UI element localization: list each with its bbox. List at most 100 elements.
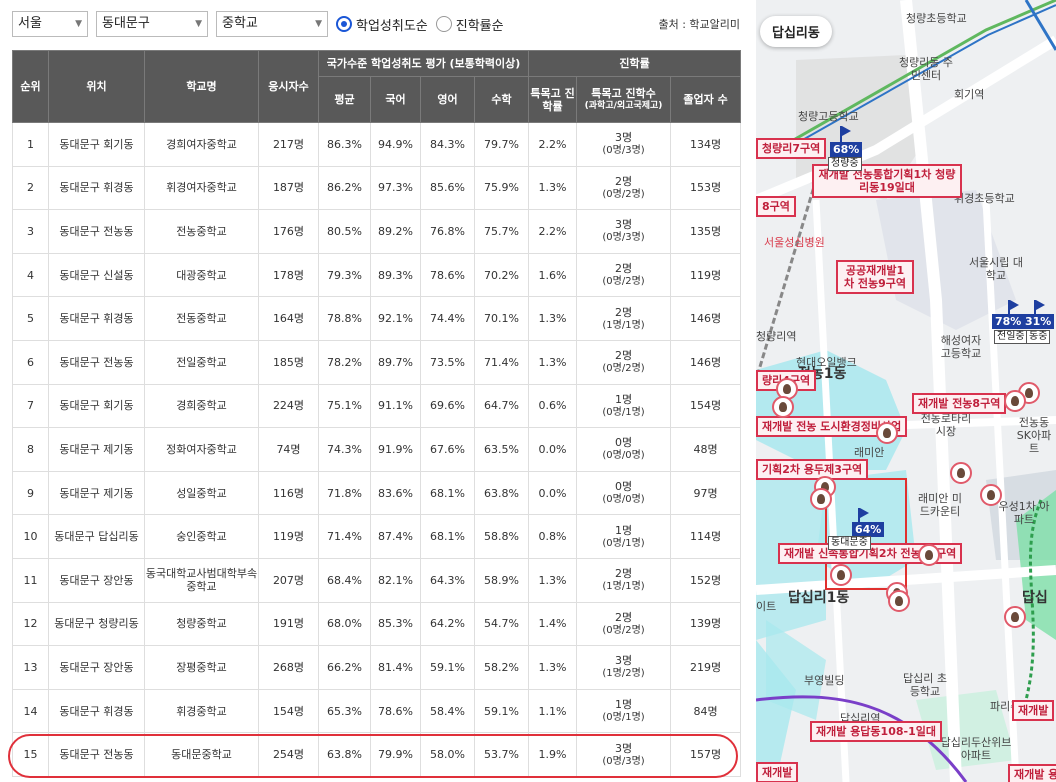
map-label-dapsimni-apt: 답십리두산위브 아파트: [940, 736, 1012, 762]
agent-pin-icon[interactable]: [810, 488, 832, 510]
cell-rank: 8: [12, 427, 49, 472]
cell-school: 성일중학교: [144, 470, 259, 516]
cell-special-count: 2명 (1명/1명): [576, 557, 672, 603]
table-row[interactable]: 5 동대문구 휘경동 전동중학교 164명 78.8% 92.1% 74.4% 70.1% 1.…: [12, 296, 742, 341]
agent-pin-icon[interactable]: [1004, 390, 1026, 412]
cell-examinees: 217명: [258, 122, 319, 167]
cell-korean: 97.3%: [370, 165, 421, 211]
map-label-jeonnong-rotary: 전농로타리 시장: [920, 412, 972, 438]
cell-special-rate: 2.2%: [528, 122, 578, 167]
school-flag-pct[interactable]: 31%: [1022, 314, 1055, 329]
table-row[interactable]: 9 동대문구 제기동 성일중학교 116명 71.8% 83.6% 68.1% 63.8% 0.…: [12, 470, 742, 516]
table-row[interactable]: 2 동대문구 휘경동 휘경여자중학교 187명 86.2% 97.3% 85.6% 75.9%…: [12, 165, 742, 211]
table-row[interactable]: 11 동대문구 장안동 동국대학교사범대학부속중학교 207명 68.4% 82.1% 64…: [12, 557, 742, 603]
filter-bar: 서울 ▼ 동대문구 ▼ 중학교 ▼ 학업성취도순 진학률순: [12, 10, 512, 38]
cell-english: 64.3%: [420, 557, 475, 603]
cell-math: 54.7%: [473, 601, 530, 647]
cell-math: 58.8%: [473, 514, 530, 559]
zone-tag[interactable]: 재개발 용두: [1008, 764, 1056, 782]
cell-special-rate: 1.3%: [528, 339, 578, 385]
school-flag-pct[interactable]: 78%: [992, 314, 1025, 329]
table-row[interactable]: 1 동대문구 회기동 경희여자중학교 217명 86.3% 94.9% 84.3% 79.7%…: [12, 122, 742, 167]
zone-tag[interactable]: 기획2차 용두제3구역: [756, 459, 869, 480]
cell-english: 67.6%: [420, 427, 475, 472]
cell-location: 동대문구 제기동: [48, 470, 145, 516]
zone-tag[interactable]: 재개발 전농8구역: [912, 393, 1007, 414]
zone-tag[interactable]: 청량리7구역: [756, 138, 827, 159]
table-row[interactable]: 10 동대문구 답십리동 숭인중학교 119명 71.4% 87.4% 68.1% 58.8%…: [12, 514, 742, 559]
cell-location: 동대문구 제기동: [48, 427, 145, 472]
special-count-total: 2명: [614, 610, 633, 624]
special-count-detail: (0명/1명): [602, 537, 645, 549]
ranking-panel: 서울 ▼ 동대문구 ▼ 중학교 ▼ 학업성취도순 진학률순 출처 : 학교알리미: [0, 0, 752, 782]
col-special-count-header: 특목고 진학수 (과학고/외고국제고): [576, 76, 672, 123]
school-flag-pct[interactable]: 68%: [830, 142, 863, 157]
table-row[interactable]: 8 동대문구 제기동 정화여자중학교 74명 74.3% 91.9% 67.6% 63.5% 0…: [12, 427, 742, 472]
cell-special-rate: 1.3%: [528, 165, 578, 211]
special-count-total: 2명: [614, 349, 633, 363]
table-row[interactable]: 3 동대문구 전농동 전농중학교 176명 80.5% 89.2% 76.8% 75.7% 2.…: [12, 209, 742, 254]
col-location-header: 위치: [48, 50, 145, 123]
cell-special-count: 2명 (0명/2명): [576, 339, 672, 385]
cell-special-count: 2명 (1명/1명): [576, 296, 672, 341]
cell-graduates: 219명: [670, 645, 742, 690]
agent-pin-icon[interactable]: [1004, 606, 1026, 628]
zone-tag[interactable]: 공공재개발1차 전농9구역: [836, 260, 914, 294]
cell-special-rate: 0.0%: [528, 470, 578, 516]
special-count-detail: (0명/2명): [602, 276, 645, 288]
cell-avg: 78.2%: [318, 339, 371, 385]
region-select[interactable]: 서울 ▼: [12, 11, 88, 37]
region-select-value: 서울: [18, 16, 42, 31]
cell-math: 63.8%: [473, 470, 530, 516]
cell-avg: 68.0%: [318, 601, 371, 647]
table-row[interactable]: 6 동대문구 전농동 전일중학교 185명 78.2% 89.7% 73.5% 71.4% 1.…: [12, 339, 742, 385]
cell-korean: 82.1%: [370, 557, 421, 603]
zone-tag[interactable]: 8구역: [756, 196, 796, 217]
cell-examinees: 178명: [258, 252, 319, 298]
cell-examinees: 154명: [258, 688, 319, 734]
agent-pin-icon[interactable]: [830, 564, 852, 586]
level-select[interactable]: 중학교 ▼: [216, 11, 328, 37]
map-panel[interactable]: 답십리동 청량초등학교 청량리동 주민센터 회기역 청량고등학교 휘경초등학교 …: [756, 0, 1056, 782]
cell-special-count: 3명 (1명/2명): [576, 645, 672, 690]
cell-math: 70.2%: [473, 252, 530, 298]
agent-pin-icon[interactable]: [888, 590, 910, 612]
cell-english: 68.1%: [420, 514, 475, 559]
cell-english: 69.6%: [420, 383, 475, 429]
agent-pin-icon[interactable]: [876, 422, 898, 444]
table-row[interactable]: 12 동대문구 청량리동 청량중학교 191명 68.0% 85.3% 64.2% 54.7%…: [12, 601, 742, 647]
school-flag-pct[interactable]: 64%: [852, 522, 885, 537]
cell-avg: 71.8%: [318, 470, 371, 516]
special-count-detail: (1명/2명): [602, 668, 645, 680]
agent-pin-icon[interactable]: [950, 462, 972, 484]
table-row[interactable]: 7 동대문구 회기동 경희중학교 224명 75.1% 91.1% 69.6% 64.7% 0.…: [12, 383, 742, 429]
cell-location: 동대문구 신설동: [48, 252, 145, 298]
zone-tag[interactable]: 재개발: [1012, 700, 1055, 721]
cell-math: 64.7%: [473, 383, 530, 429]
area-chip[interactable]: 답십리동: [760, 16, 832, 47]
cell-examinees: 185명: [258, 339, 319, 385]
cell-rank: 10: [12, 514, 49, 559]
cell-school: 전동중학교: [144, 296, 259, 341]
special-count-detail: (0명/1명): [602, 406, 645, 418]
table-row[interactable]: 4 동대문구 신설동 대광중학교 178명 79.3% 89.3% 78.6% 70.2% 1.…: [12, 252, 742, 298]
zone-tag[interactable]: 재개발 용답동108-1일대: [810, 721, 942, 742]
cell-special-rate: 1.3%: [528, 645, 578, 690]
agent-pin-icon[interactable]: [918, 544, 940, 566]
sort-radio-achievement[interactable]: 학업성취도순: [336, 15, 428, 34]
sort-radio-advancement[interactable]: 진학률순: [435, 15, 504, 34]
cell-examinees: 164명: [258, 296, 319, 341]
special-count-detail: (1명/1명): [602, 581, 645, 593]
table-row[interactable]: 13 동대문구 장안동 장평중학교 268명 66.2% 81.4% 59.1% 58.2% 1…: [12, 645, 742, 690]
district-select[interactable]: 동대문구 ▼: [96, 11, 208, 37]
zone-tag[interactable]: 재개발: [756, 762, 799, 782]
agent-pin-icon[interactable]: [980, 484, 1002, 506]
cell-special-count: 2명 (0명/2명): [576, 601, 672, 647]
cell-korean: 81.4%: [370, 645, 421, 690]
cell-korean: 89.2%: [370, 209, 421, 254]
agent-pin-icon[interactable]: [772, 396, 794, 418]
map-label-dapsimni1: 답십리1동: [788, 590, 850, 606]
map-label-hyesung-high: 해성여자 고등학교: [940, 334, 982, 360]
cell-rank: 2: [12, 165, 49, 211]
table-row[interactable]: 14 동대문구 휘경동 휘경중학교 154명 65.3% 78.6% 58.4% 59.1% 1…: [12, 688, 742, 734]
